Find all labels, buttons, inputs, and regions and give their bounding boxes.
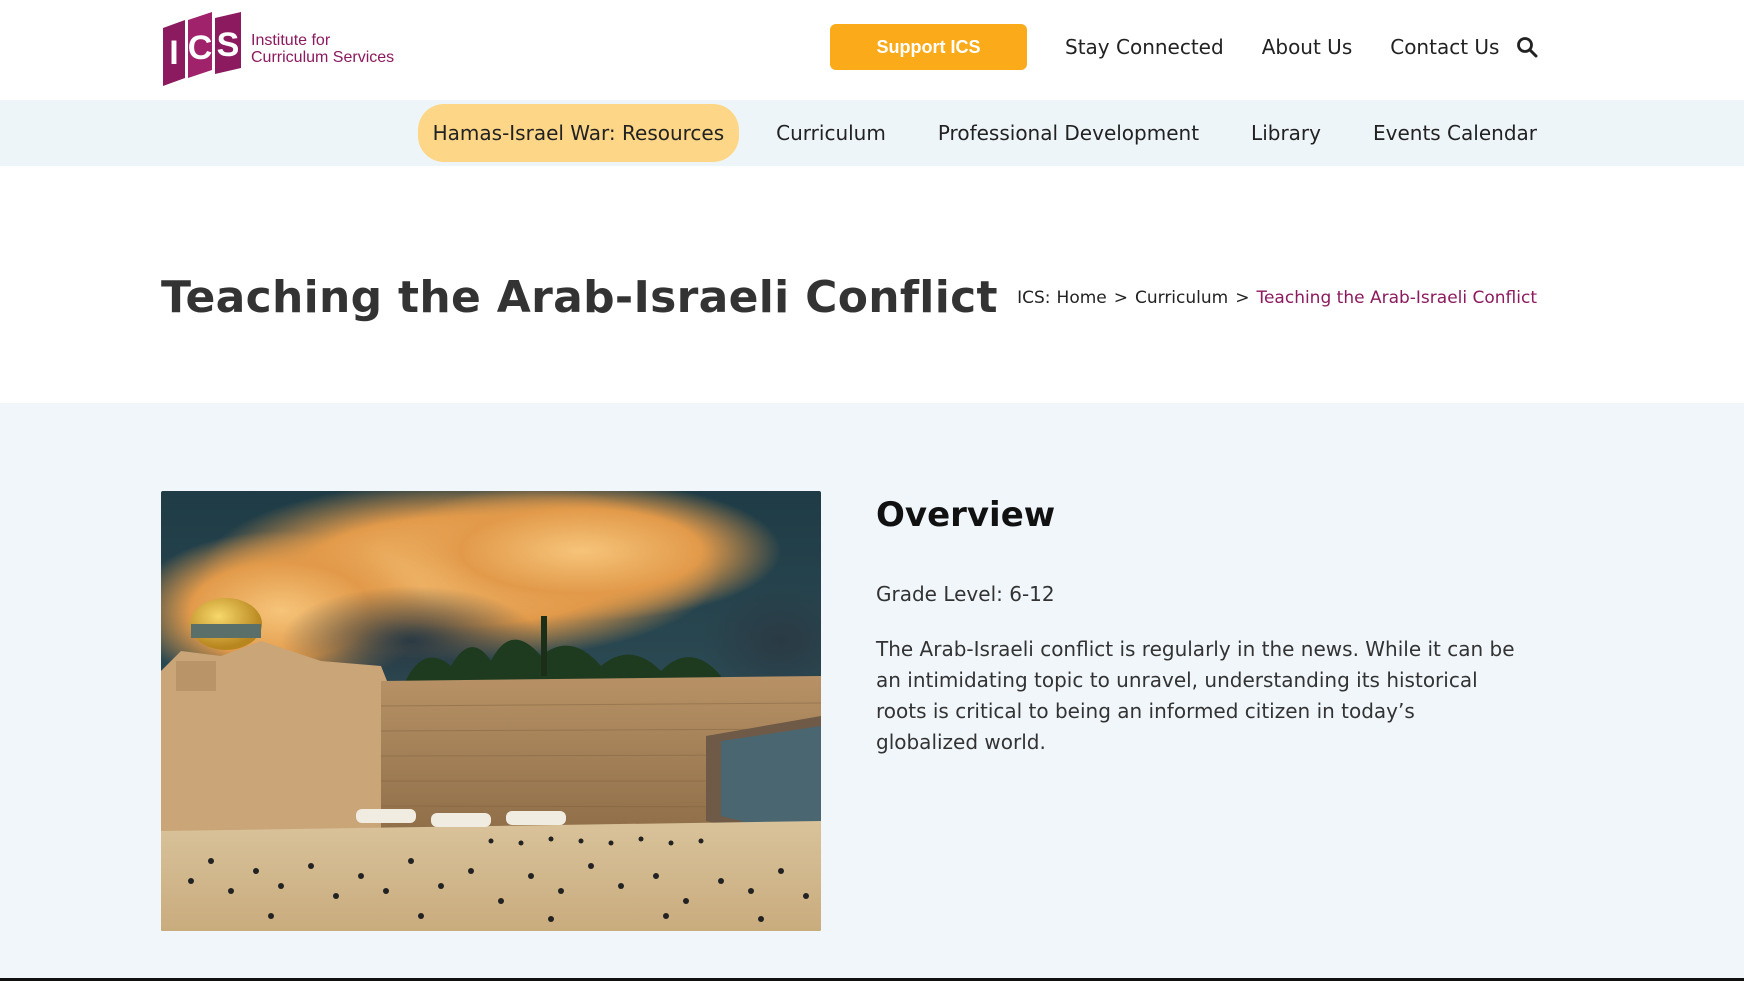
main-nav: Hamas-Israel War: Resources Curriculum P… bbox=[0, 100, 1744, 166]
svg-text:C: C bbox=[188, 29, 213, 67]
overview-description: The Arab-Israeli conflict is regularly i… bbox=[876, 637, 1515, 754]
stay-connected-link[interactable]: Stay Connected bbox=[1065, 35, 1224, 59]
site-header: I C S Institute for Curriculum Services … bbox=[0, 0, 1744, 100]
breadcrumb-separator: > bbox=[1113, 288, 1128, 308]
content-section: Overview Grade Level: 6-12 The Arab-Isra… bbox=[0, 403, 1744, 978]
logo-wordmark: Institute for Curriculum Services bbox=[251, 32, 394, 66]
ics-logo-icon: I C S bbox=[163, 12, 241, 86]
breadcrumb: ICS: Home > Curriculum > Teaching the Ar… bbox=[1017, 288, 1537, 308]
page-title: Teaching the Arab-Israeli Conflict bbox=[161, 272, 998, 323]
grade-level: Grade Level: 6-12 bbox=[876, 582, 1055, 606]
nav-item-library[interactable]: Library bbox=[1236, 104, 1336, 162]
breadcrumb-curriculum[interactable]: Curriculum bbox=[1135, 288, 1228, 308]
nav-items: Hamas-Israel War: Resources Curriculum P… bbox=[417, 104, 1537, 162]
search-button[interactable] bbox=[1516, 36, 1538, 58]
top-links: Stay Connected About Us Contact Us bbox=[1065, 24, 1537, 70]
contact-us-link[interactable]: Contact Us bbox=[1390, 35, 1499, 59]
breadcrumb-separator: > bbox=[1235, 288, 1250, 308]
logo-line-1: Institute for bbox=[251, 32, 331, 49]
nav-item-events-calendar[interactable]: Events Calendar bbox=[1358, 104, 1537, 162]
support-ics-button[interactable]: Support ICS bbox=[830, 24, 1027, 70]
about-us-link[interactable]: About Us bbox=[1262, 35, 1353, 59]
breadcrumb-current: Teaching the Arab-Israeli Conflict bbox=[1256, 288, 1537, 308]
breadcrumb-prefix: ICS: bbox=[1017, 288, 1051, 308]
nav-item-curriculum[interactable]: Curriculum bbox=[761, 104, 901, 162]
svg-text:I: I bbox=[169, 34, 178, 72]
western-wall-image bbox=[161, 491, 821, 931]
page-title-band: Teaching the Arab-Israeli Conflict ICS: … bbox=[0, 166, 1744, 403]
nav-item-professional-development[interactable]: Professional Development bbox=[923, 104, 1214, 162]
breadcrumb-home[interactable]: Home bbox=[1057, 288, 1107, 308]
site-logo[interactable]: I C S Institute for Curriculum Services bbox=[161, 12, 421, 86]
logo-line-2: Curriculum Services bbox=[251, 49, 395, 66]
search-icon bbox=[1517, 37, 1538, 58]
overview-heading: Overview bbox=[876, 495, 1056, 535]
nav-item-hamas-israel-war-resources[interactable]: Hamas-Israel War: Resources bbox=[417, 104, 740, 162]
svg-text:S: S bbox=[217, 26, 240, 64]
